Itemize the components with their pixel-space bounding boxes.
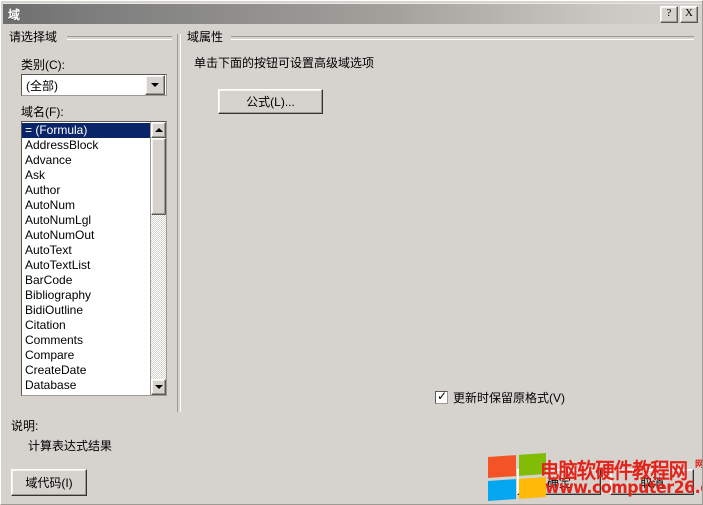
fieldname-list-scrollbar[interactable] bbox=[150, 122, 166, 395]
title-bar[interactable]: 域 ? X bbox=[3, 3, 702, 24]
description-label: 说明: bbox=[11, 419, 39, 433]
scrollbar-track[interactable] bbox=[151, 138, 166, 379]
list-item[interactable]: CreateDate bbox=[22, 363, 150, 378]
field-dialog: 域 ? X 请选择域 类别(C): (全部) 域名(F): = (Formula… bbox=[0, 0, 703, 505]
list-item[interactable]: Advance bbox=[22, 153, 150, 168]
checkmark-icon: ✓ bbox=[437, 389, 448, 403]
triangle-down-glyph bbox=[151, 83, 159, 87]
list-item[interactable]: AutoNumOut bbox=[22, 228, 150, 243]
logo-square-red bbox=[488, 455, 516, 478]
list-item[interactable]: Citation bbox=[22, 318, 150, 333]
list-item[interactable]: Compare bbox=[22, 348, 150, 363]
field-properties-group-rule bbox=[231, 36, 694, 40]
list-item[interactable]: AutoTextList bbox=[22, 258, 150, 273]
fieldname-list[interactable]: = (Formula) AddressBlock Advance Ask Author A… bbox=[22, 122, 150, 395]
list-item[interactable]: AddressBlock bbox=[22, 138, 150, 153]
triangle-down-glyph bbox=[154, 385, 163, 389]
preserve-format-checkbox[interactable]: ✓ 更新时保留原格式(V) bbox=[435, 389, 565, 406]
scrollbar-thumb[interactable] bbox=[151, 138, 166, 216]
scroll-up-icon[interactable] bbox=[151, 122, 166, 138]
fieldname-listbox[interactable]: = (Formula) AddressBlock Advance Ask Author A… bbox=[21, 121, 167, 396]
list-item[interactable]: BidiOutline bbox=[22, 303, 150, 318]
checkbox-box[interactable]: ✓ bbox=[435, 389, 448, 404]
watermark-edge-mark: 网 bbox=[695, 457, 702, 470]
panel-divider bbox=[177, 34, 181, 412]
list-item[interactable]: Author bbox=[22, 183, 150, 198]
list-item[interactable]: AutoNum bbox=[22, 198, 150, 213]
field-properties-hint: 单击下面的按钮可设置高级域选项 bbox=[194, 56, 375, 70]
help-icon[interactable]: ? bbox=[660, 6, 678, 23]
select-field-group-rule bbox=[67, 36, 172, 40]
field-properties-group-title: 域属性 bbox=[187, 28, 229, 45]
chevron-down-icon[interactable] bbox=[145, 75, 165, 95]
list-item[interactable]: Database bbox=[22, 378, 150, 393]
fieldname-label: 域名(F): bbox=[21, 105, 64, 119]
close-icon[interactable]: X bbox=[680, 6, 698, 23]
list-item[interactable]: Bibliography bbox=[22, 288, 150, 303]
list-item[interactable]: Ask bbox=[22, 168, 150, 183]
category-selected-value: (全部) bbox=[26, 78, 58, 93]
ok-button[interactable]: 确定 bbox=[517, 469, 601, 495]
preserve-format-label: 更新时保留原格式(V) bbox=[453, 391, 565, 405]
caption-button-group: ? X bbox=[660, 6, 698, 23]
logo-square-blue bbox=[488, 478, 516, 502]
field-codes-button[interactable]: 域代码(I) bbox=[11, 469, 87, 496]
list-item[interactable]: Comments bbox=[22, 333, 150, 348]
triangle-up-glyph bbox=[154, 128, 163, 132]
select-field-group-title: 请选择域 bbox=[9, 28, 63, 45]
category-combobox[interactable]: (全部) bbox=[21, 74, 167, 96]
list-item[interactable]: AutoText bbox=[22, 243, 150, 258]
list-item[interactable]: BarCode bbox=[22, 273, 150, 288]
category-label: 类别(C): bbox=[21, 58, 65, 72]
cancel-button[interactable]: 取消 bbox=[610, 469, 694, 495]
formula-button[interactable]: 公式(L)... bbox=[218, 89, 323, 114]
list-item[interactable]: AutoNumLgl bbox=[22, 213, 150, 228]
description-text: 计算表达式结果 bbox=[28, 439, 113, 453]
list-item[interactable]: = (Formula) bbox=[22, 123, 150, 138]
window-title: 域 bbox=[8, 7, 21, 22]
scroll-down-icon[interactable] bbox=[151, 379, 166, 395]
